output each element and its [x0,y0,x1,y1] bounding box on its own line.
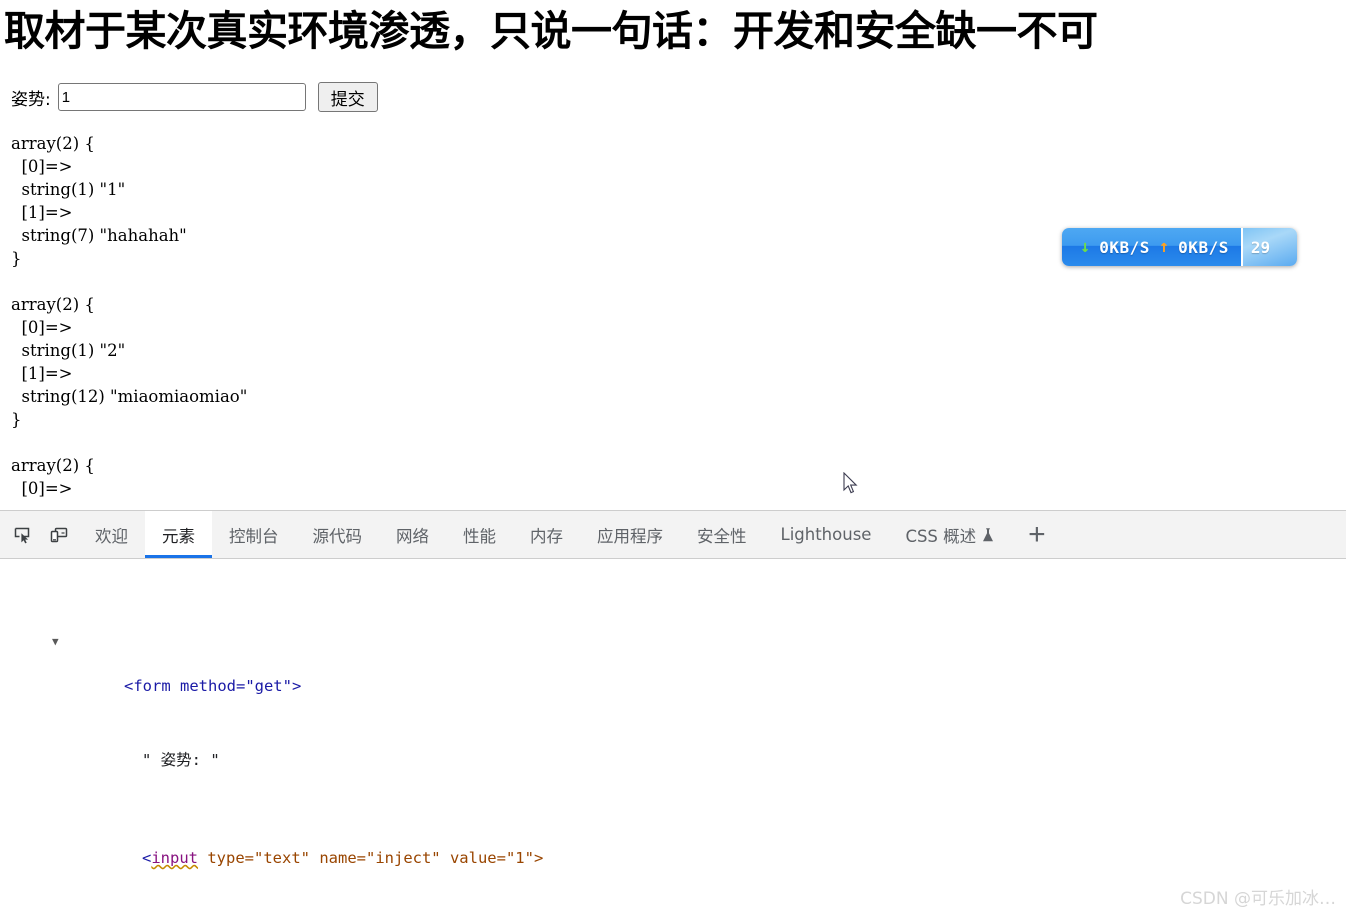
tab-css-overview[interactable]: CSS 概述 [888,511,1012,558]
dom-tree[interactable]: ▼ <form method="get"> " 姿势: " <input typ… [0,551,1346,920]
tab-label: 性能 [463,523,496,547]
form-label: 姿势: [11,85,51,110]
arrow-down-icon: ↓ [1080,239,1090,256]
temperature-value: 29 [1251,238,1270,257]
tab-performance[interactable]: 性能 [446,511,513,558]
chevron-down-icon[interactable]: ▼ [52,630,59,655]
devtools-panel: ▼ <form method="get"> " 姿势: " <input typ… [0,510,1346,920]
inject-form: 姿势: 提交 [0,82,1346,112]
weather-panel[interactable]: 29 [1241,228,1297,266]
tab-label: 欢迎 [95,523,128,547]
experiment-flask-icon [981,527,995,543]
network-speed-panel[interactable]: ↓ 0KB/S ↑ 0KB/S [1062,228,1241,266]
tab-elements[interactable]: 元素 [145,511,212,558]
tab-application[interactable]: 应用程序 [580,511,680,558]
tab-security[interactable]: 安全性 [680,511,764,558]
tab-network[interactable]: 网络 [379,511,446,558]
tab-lighthouse[interactable]: Lighthouse [764,511,889,558]
dom-text: type="text" name="inject" value="1"> [198,849,543,867]
dom-line[interactable]: <input type="text" name="inject" value="… [0,822,1346,847]
tab-label: 应用程序 [597,523,663,547]
dom-text: input [151,849,198,867]
tab-label: Lighthouse [781,525,872,544]
tab-sources[interactable]: 源代码 [296,511,380,558]
tab-label: 安全性 [697,523,747,547]
vardump-output: array(2) { [0]=> string(1) "1" [1]=> str… [0,112,1346,500]
add-panel-button[interactable]: + [1012,520,1062,550]
tab-label: 控制台 [229,523,279,547]
inject-input[interactable] [58,83,306,111]
dom-text: " 姿势: " [56,751,220,769]
tab-label: 内存 [530,523,563,547]
network-speed-widget[interactable]: ↓ 0KB/S ↑ 0KB/S 29 [1062,228,1297,266]
inspect-element-icon[interactable] [6,518,40,552]
tab-label: 网络 [396,523,429,547]
dom-text: <form method="get"> [124,677,301,695]
tab-label: 源代码 [313,523,363,547]
download-speed-value: 0KB/S [1099,238,1150,257]
tab-memory[interactable]: 内存 [513,511,580,558]
device-toolbar-icon[interactable] [42,518,76,552]
tab-label: 元素 [162,523,195,547]
page-title: 取材于某次真实环境渗透，只说一句话：开发和安全缺一不可 [0,0,1346,62]
tab-console[interactable]: 控制台 [212,511,296,558]
dom-line[interactable]: " 姿势: " [0,723,1346,748]
tab-welcome[interactable]: 欢迎 [78,511,145,558]
devtools-tabbar: 欢迎 元素 控制台 源代码 网络 性能 内存 应用程序 安全性 Lighthou… [0,511,1346,559]
tab-label: CSS 概述 [905,523,976,547]
arrow-up-icon: ↑ [1159,239,1169,256]
upload-speed-value: 0KB/S [1178,238,1229,257]
submit-button[interactable]: 提交 [318,82,378,112]
dom-line[interactable]: ▼ <form method="get"> [0,625,1346,650]
